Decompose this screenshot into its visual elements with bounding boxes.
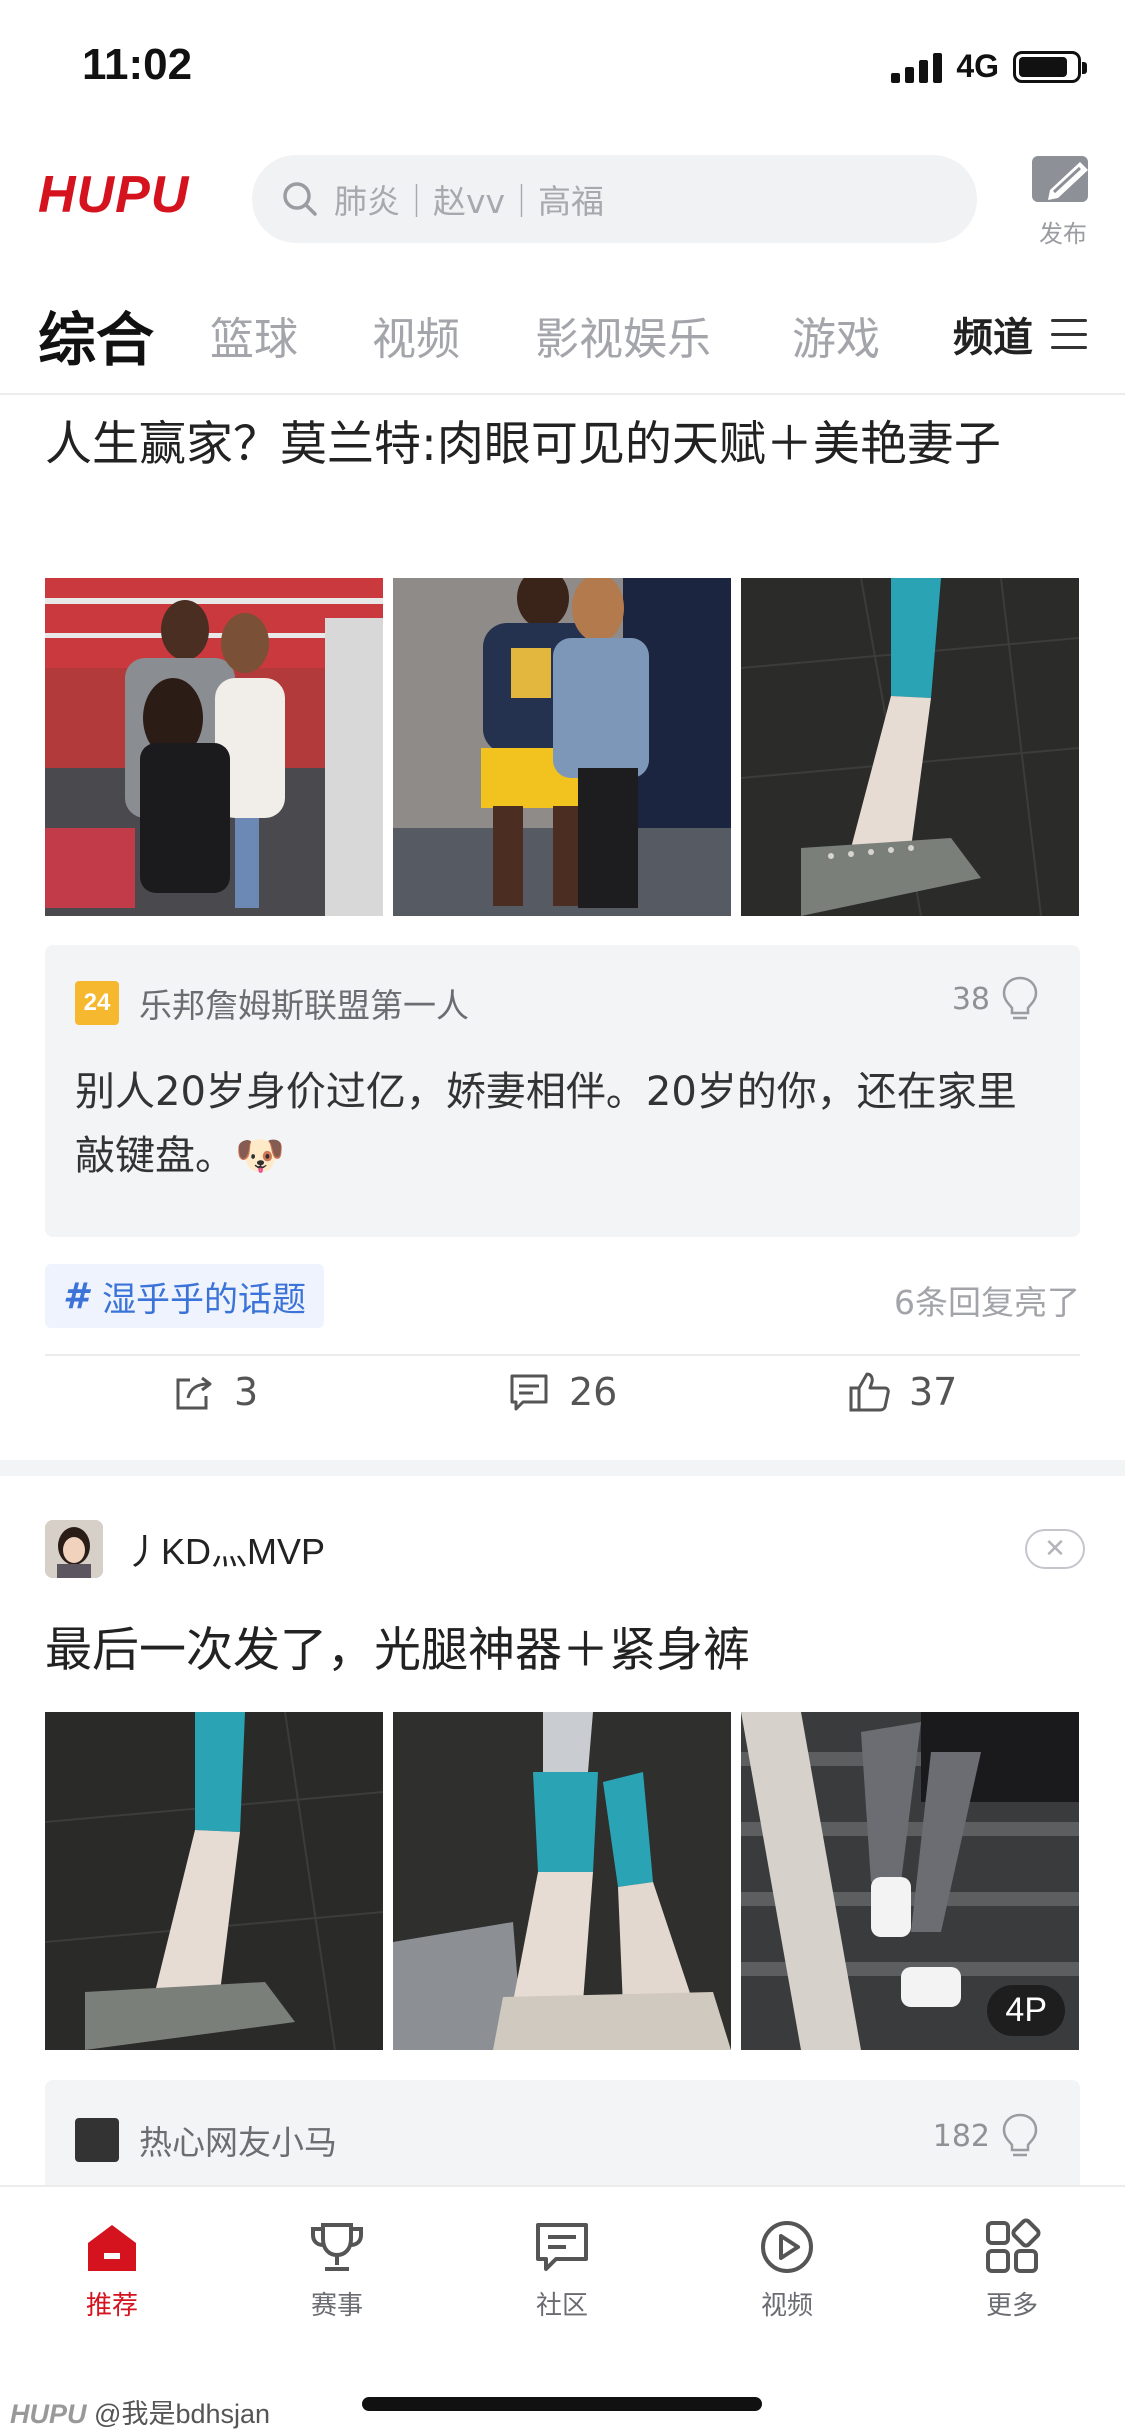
tab-comprehensive[interactable]: 综合	[38, 293, 154, 377]
post-image[interactable]	[393, 1712, 731, 2050]
tabs-divider	[0, 393, 1125, 395]
nav-community[interactable]: 社区	[492, 2217, 632, 2322]
watermark-handle: @我是bdhsjan	[94, 2399, 271, 2429]
author-name: 丿KD灬MVP	[125, 1531, 326, 1572]
home-icon	[88, 2225, 136, 2271]
close-icon: ✕	[1044, 1534, 1066, 1564]
nav-label: 推荐	[85, 2291, 138, 2321]
comment-text: 别人20岁身价过亿，娇妻相伴。20岁的你，还在家里敲键盘。🐶	[75, 1069, 1017, 1179]
status-icons: 4G	[891, 48, 1087, 85]
comment-header: 热心网友小马	[75, 2116, 337, 2164]
search-icon	[283, 182, 317, 216]
hupu-logo[interactable]: HUPU	[38, 165, 189, 225]
thumbs-up-icon	[849, 1372, 890, 1412]
home-indicator[interactable]	[362, 2397, 762, 2411]
lights-count: 38	[951, 981, 990, 1017]
compose-icon	[1032, 156, 1088, 202]
channel-label: 频道	[953, 315, 1033, 361]
battery-icon	[1013, 50, 1087, 83]
post-divider	[45, 1354, 1080, 1356]
watermark: HUPU @我是bdhsjan	[10, 2392, 270, 2431]
status-bar: 11:02 4G	[0, 0, 1125, 135]
share-button[interactable]: 3	[172, 1370, 258, 1414]
tab-video[interactable]: 视频	[372, 303, 460, 367]
publish-button[interactable]: 发布	[1025, 152, 1101, 249]
menu-icon	[1051, 319, 1087, 349]
share-icon	[176, 1376, 212, 1410]
feed-separator	[0, 1460, 1125, 1476]
search-placeholder: 肺炎｜赵vv｜高福	[334, 182, 605, 221]
hot-comment-box[interactable]: 24 乐邦詹姆斯联盟第一人 38 别人20岁身价过亿，娇妻相伴。20岁的你，还在…	[45, 945, 1080, 1237]
trophy-icon	[311, 2223, 363, 2271]
nav-label: 视频	[760, 2291, 813, 2321]
publish-label: 发布	[1039, 220, 1087, 248]
like-count: 37	[909, 1370, 958, 1414]
network-type: 4G	[956, 48, 999, 84]
lightbulb-icon	[1002, 2113, 1038, 2157]
post-image[interactable]	[393, 578, 731, 916]
lightbulb-icon	[1002, 976, 1038, 1020]
search-bar[interactable]: 肺炎｜赵vv｜高福	[252, 155, 977, 243]
like-button[interactable]: 37	[847, 1370, 957, 1414]
topic-label: 湿乎乎的话题	[102, 1279, 307, 1320]
post-image-row	[45, 578, 1079, 916]
share-count: 3	[234, 1370, 259, 1414]
nav-more[interactable]: 更多	[942, 2217, 1082, 2322]
comment-username[interactable]: 热心网友小马	[139, 2116, 337, 2164]
nav-video[interactable]: 视频	[717, 2217, 857, 2322]
channel-menu-button[interactable]: 频道	[953, 305, 1087, 363]
nav-recommend[interactable]: 推荐	[42, 2217, 182, 2322]
avatar[interactable]	[45, 1520, 103, 1578]
tab-basketball[interactable]: 篮球	[210, 303, 298, 367]
tab-entertainment[interactable]: 影视娱乐	[535, 303, 711, 367]
chat-icon	[536, 2223, 588, 2271]
replies-note[interactable]: 6条回复亮了	[894, 1276, 1080, 1324]
grid-icon	[986, 2218, 1041, 2273]
post-title[interactable]: 最后一次发了，光腿神器＋紧身裤	[45, 1618, 1085, 1684]
status-time: 11:02	[82, 40, 193, 89]
comment-header: 24 乐邦詹姆斯联盟第一人	[75, 979, 469, 1027]
comment-icon	[510, 1374, 548, 1411]
hot-comment-box[interactable]: 热心网友小马 182	[45, 2080, 1080, 2200]
tab-games[interactable]: 游戏	[792, 303, 880, 367]
user-avatar	[75, 2118, 119, 2162]
post-title[interactable]: 人生赢家？莫兰特:肉眼可见的天赋＋美艳妻子	[45, 412, 1085, 478]
nav-label: 社区	[535, 2291, 588, 2321]
signal-icon	[891, 51, 943, 83]
channel-tabs: 综合 篮球 视频 影视娱乐 游戏 频道	[0, 285, 1125, 395]
nav-label: 更多	[985, 2291, 1038, 2321]
comment-lights[interactable]: 38	[952, 975, 1040, 1023]
topic-hash-icon: #	[63, 1275, 89, 1317]
post-image[interactable]	[741, 578, 1079, 916]
dismiss-button[interactable]: ✕	[1025, 1529, 1085, 1569]
post-actions: 3 26 37	[0, 1370, 1125, 1450]
topic-tag[interactable]: # 湿乎乎的话题	[45, 1264, 325, 1328]
comment-lights[interactable]: 182	[933, 2112, 1040, 2160]
post-image[interactable]	[45, 1712, 383, 2050]
comment-username[interactable]: 乐邦詹姆斯联盟第一人	[139, 979, 469, 1027]
post-image[interactable]	[45, 578, 383, 916]
post-image[interactable]: 4P	[741, 1712, 1079, 2050]
play-icon	[761, 2221, 813, 2273]
user-level-badge: 24	[75, 981, 119, 1025]
nav-games[interactable]: 赛事	[267, 2217, 407, 2322]
image-count-badge: 4P	[987, 1985, 1065, 2036]
watermark-brand: HUPU	[10, 2399, 87, 2429]
post-author[interactable]: 丿KD灬MVP	[45, 1520, 325, 1578]
lights-count: 182	[932, 2118, 990, 2154]
nav-label: 赛事	[310, 2291, 363, 2321]
comment-count: 26	[569, 1370, 618, 1414]
post-image-row: 4P	[45, 1712, 1079, 2050]
comment-button[interactable]: 26	[507, 1370, 617, 1414]
